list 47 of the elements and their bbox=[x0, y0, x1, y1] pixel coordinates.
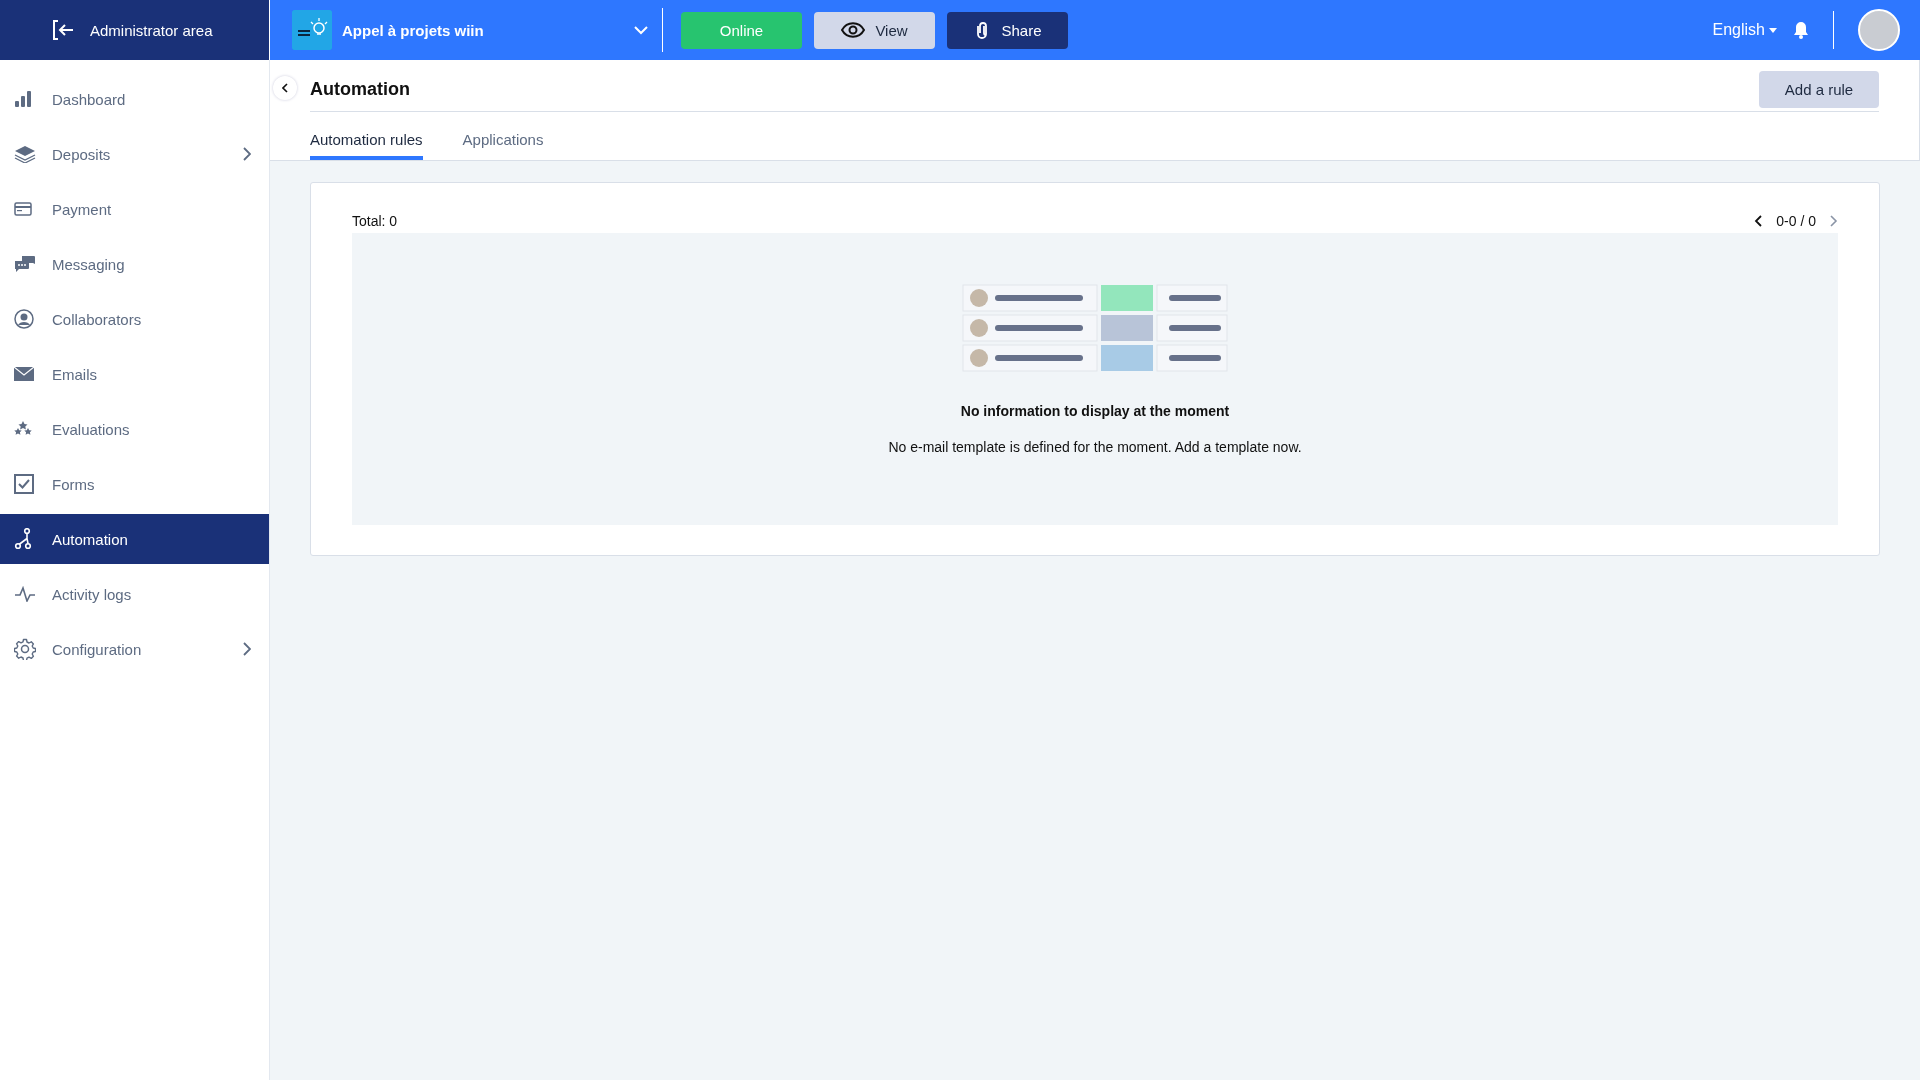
add-rule-button[interactable]: Add a rule bbox=[1759, 71, 1879, 108]
project-selector[interactable]: Appel à projets wiin bbox=[270, 8, 663, 52]
share-button[interactable]: Share bbox=[947, 11, 1068, 49]
caret-down-icon bbox=[1769, 27, 1777, 33]
chat-bubbles-icon bbox=[14, 255, 36, 273]
avatar[interactable] bbox=[1858, 9, 1900, 51]
page-title: Automation bbox=[310, 79, 410, 100]
sidebar-item[interactable]: Dashboard bbox=[0, 74, 269, 124]
view-button[interactable]: View bbox=[814, 11, 935, 49]
envelope-icon bbox=[14, 367, 34, 381]
sidebar-item[interactable]: Automation bbox=[0, 514, 269, 564]
chevron-right-icon bbox=[243, 642, 251, 656]
sidebar-item[interactable]: Evaluations bbox=[0, 404, 269, 454]
tab[interactable]: Automation rules bbox=[310, 131, 423, 160]
empty-state-message: No e-mail template is defined for the moment. Add a template now. bbox=[888, 439, 1302, 455]
sidebar-item[interactable]: Messaging bbox=[0, 239, 269, 289]
user-circle-icon bbox=[14, 309, 34, 329]
checkbox-icon bbox=[14, 474, 34, 494]
settings-icon bbox=[14, 638, 36, 660]
total-count: Total: 0 bbox=[352, 213, 398, 229]
bell-icon[interactable] bbox=[1793, 21, 1809, 39]
chevron-down-icon bbox=[634, 25, 648, 35]
eye-icon bbox=[841, 22, 866, 38]
sidebar-item[interactable]: Forms bbox=[0, 459, 269, 509]
empty-state-title: No information to display at the moment bbox=[960, 403, 1230, 419]
stars-icon bbox=[14, 421, 32, 437]
sidebar-item[interactable]: Collaborators bbox=[0, 294, 269, 344]
chevron-left-icon bbox=[282, 83, 288, 93]
sidebar-item[interactable]: Emails bbox=[0, 349, 269, 399]
pagination-range: 0-0 / 0 bbox=[1776, 213, 1816, 229]
exit-icon bbox=[52, 20, 74, 40]
layers-icon bbox=[14, 145, 36, 163]
chevron-right-icon bbox=[243, 147, 251, 161]
admin-area-link[interactable]: Administrator area bbox=[0, 0, 270, 60]
previous-page-icon[interactable] bbox=[1754, 215, 1763, 227]
next-page-icon[interactable] bbox=[1830, 215, 1838, 227]
tab[interactable]: Applications bbox=[462, 131, 544, 160]
language-dropdown[interactable]: English bbox=[1712, 21, 1777, 39]
pulse-icon bbox=[14, 586, 36, 602]
bar-chart-icon bbox=[14, 90, 32, 108]
sidebar-item[interactable]: Payment bbox=[0, 184, 269, 234]
branch-icon bbox=[14, 528, 32, 550]
credit-card-icon bbox=[14, 202, 32, 216]
sidebar-item[interactable]: Configuration bbox=[0, 624, 269, 674]
sidebar-item[interactable]: Activity logs bbox=[0, 569, 269, 619]
sidebar-item[interactable]: Deposits bbox=[0, 129, 269, 179]
lightbulb-logo-icon bbox=[292, 10, 332, 50]
